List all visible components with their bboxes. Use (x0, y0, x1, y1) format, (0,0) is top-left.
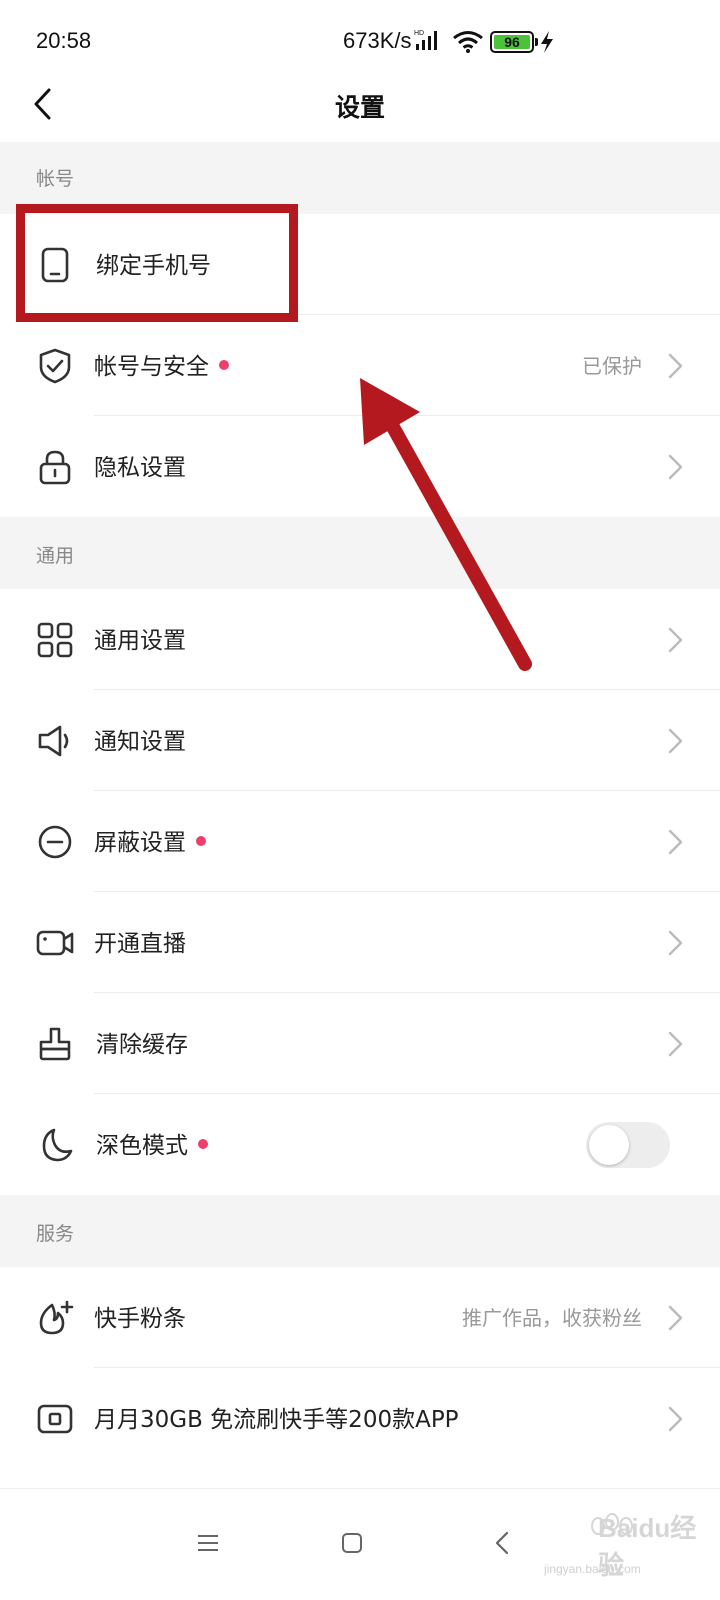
menu-icon (198, 1535, 218, 1551)
svg-text:HD: HD (414, 30, 424, 37)
status-bar: 20:58 673K/s HD 96 (0, 0, 720, 80)
row-label: 月月30GB 免流刷快手等200款APP (94, 1407, 459, 1433)
watermark-url: jingyan.baidu.com (544, 1562, 641, 1576)
signal-icon: HD (414, 30, 437, 50)
row-value: 已保护 (582, 354, 642, 378)
speaker-icon (38, 725, 69, 757)
battery-level: 96 (494, 34, 530, 50)
chevron-right-icon (668, 454, 683, 480)
menu-nav-button[interactable] (178, 1513, 238, 1573)
chevron-right-icon (668, 1406, 683, 1432)
annotation-highlight-box (16, 204, 298, 322)
chevron-right-icon (668, 1305, 683, 1331)
row-label: 开通直播 (94, 931, 186, 957)
block-settings-row[interactable]: 屏蔽设置 (0, 791, 720, 892)
chevron-right-icon (668, 627, 683, 653)
section-title: 服务 (36, 1223, 75, 1245)
row-label: 深色模式 (96, 1126, 208, 1160)
title-bar: 设置 (0, 80, 720, 142)
row-label: 快手粉条 (94, 1306, 186, 1332)
block-icon (38, 825, 72, 859)
sim-card-icon (37, 1404, 73, 1434)
shield-icon (39, 348, 71, 384)
fan-flame-icon (39, 1300, 74, 1335)
row-label: 隐私设置 (94, 455, 186, 481)
clear-cache-row[interactable]: 清除缓存 (0, 993, 720, 1094)
row-value: 推广作品，收获粉丝 (462, 1306, 642, 1330)
back-nav-button[interactable] (472, 1513, 532, 1573)
fans-promotion-row[interactable]: 快手粉条 推广作品，收获粉丝 (0, 1267, 720, 1368)
video-camera-icon (36, 930, 74, 956)
lock-icon (39, 450, 71, 485)
square-icon (342, 1533, 362, 1553)
network-speed: 673K/s (343, 28, 412, 53)
battery-icon: 96 (490, 31, 534, 53)
red-dot-badge (198, 1138, 208, 1149)
privacy-settings-row[interactable]: 隐私设置 (0, 416, 720, 517)
section-header-services: 服务 (0, 1195, 720, 1267)
general-settings-row[interactable]: 通用设置 (0, 589, 720, 690)
charging-bolt-icon (541, 31, 553, 53)
home-nav-button[interactable] (322, 1513, 382, 1573)
dark-mode-toggle[interactable] (586, 1122, 670, 1168)
row-label: 清除缓存 (96, 1032, 188, 1058)
chevron-right-icon (668, 930, 683, 956)
status-time: 20:58 (36, 28, 92, 53)
section-header-general: 通用 (0, 517, 720, 589)
chevron-right-icon (668, 829, 683, 855)
grid-icon (37, 622, 73, 658)
red-dot-badge (219, 359, 229, 370)
chevron-right-icon (668, 1031, 683, 1057)
row-label: 通知设置 (94, 729, 186, 755)
free-data-row[interactable]: 月月30GB 免流刷快手等200款APP (0, 1368, 720, 1469)
red-dot-badge (196, 835, 206, 846)
chevron-left-icon (495, 1531, 509, 1555)
notification-settings-row[interactable]: 通知设置 (0, 690, 720, 791)
page-title: 设置 (334, 93, 385, 122)
chevron-right-icon (668, 728, 683, 754)
chevron-right-icon (668, 353, 683, 379)
section-title: 通用 (36, 545, 75, 567)
battery-tip (535, 38, 538, 46)
row-label: 帐号与安全 (94, 347, 229, 381)
section-title: 帐号 (36, 168, 75, 190)
row-label: 通用设置 (94, 628, 186, 654)
account-security-row[interactable]: 帐号与安全 已保护 (0, 315, 720, 416)
brush-icon (39, 1027, 71, 1061)
wifi-icon (453, 31, 483, 53)
open-live-row[interactable]: 开通直播 (0, 892, 720, 993)
dark-mode-row: 深色模式 (0, 1094, 720, 1195)
moon-icon (42, 1128, 73, 1162)
toggle-knob (589, 1125, 629, 1165)
row-label: 屏蔽设置 (94, 823, 206, 857)
